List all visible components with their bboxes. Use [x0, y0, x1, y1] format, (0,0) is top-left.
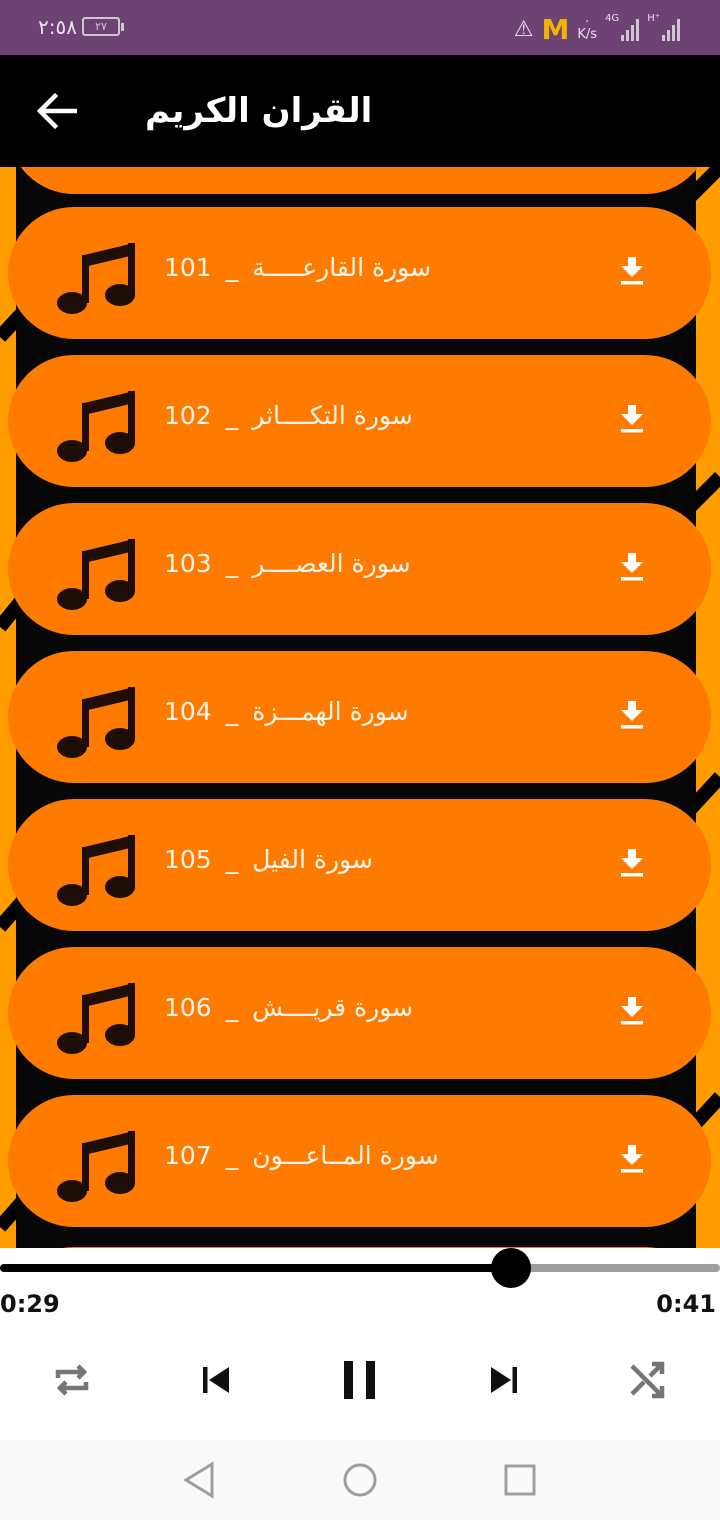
track-number: 102	[164, 401, 212, 430]
signal-icon-2	[662, 17, 680, 41]
signal-icon	[621, 17, 640, 41]
track-name: سورة العصــــر	[252, 549, 411, 578]
track-separator: _	[225, 845, 239, 874]
download-icon[interactable]	[620, 997, 644, 1025]
track-item[interactable]: 103 _ سورة العصــــر	[8, 503, 711, 635]
network-speed-unit: K/s	[577, 27, 598, 42]
track-item[interactable]: 105 _ سورة الفيل	[8, 799, 711, 931]
app-notification-icon: M	[541, 12, 570, 46]
track-name: سورة الهمـــزة	[252, 697, 409, 726]
current-time: 0:29	[0, 1290, 60, 1318]
arrow-left-icon[interactable]	[35, 91, 77, 131]
track-separator: _	[225, 549, 239, 578]
track-item[interactable]: 106 _ سورة قريــــش	[8, 947, 711, 1079]
track-item-partial[interactable]	[8, 167, 711, 194]
track-title: 101 _ سورة القارعـــــة	[164, 253, 431, 293]
download-icon[interactable]	[620, 701, 644, 729]
status-time: ٢:٥٨	[38, 15, 77, 39]
track-name: سورة التكــــاثر	[252, 401, 413, 430]
track-separator: _	[225, 253, 239, 282]
system-nav-bar	[0, 1440, 720, 1520]
download-icon[interactable]	[620, 553, 644, 581]
music-note-icon	[57, 983, 135, 1054]
track-name: سورة قريــــش	[252, 993, 414, 1022]
music-note-icon	[57, 243, 135, 314]
download-icon[interactable]	[620, 849, 644, 877]
music-note-icon	[57, 835, 135, 906]
track-item[interactable]: 102 _ سورة التكــــاثر	[8, 355, 711, 487]
track-separator: _	[225, 1141, 239, 1170]
nav-back-icon[interactable]	[180, 1460, 220, 1500]
track-number: 105	[164, 845, 212, 874]
network-type-2: H⁺	[647, 13, 660, 24]
track-name: سورة المــاعـــون	[252, 1141, 439, 1170]
battery-icon: ٢٧	[82, 17, 124, 36]
status-indicators: ⚠ M · K/s 4G H⁺	[514, 12, 680, 46]
track-separator: _	[225, 697, 239, 726]
track-number: 106	[164, 993, 212, 1022]
seek-bar-progress[interactable]	[0, 1264, 512, 1272]
track-title: 103 _ سورة العصــــر	[164, 549, 411, 589]
shuffle-icon[interactable]	[626, 1358, 670, 1402]
skip-next-icon[interactable]	[482, 1358, 526, 1402]
track-title: 105 _ سورة الفيل	[164, 845, 373, 885]
warning-icon: ⚠	[513, 16, 534, 42]
track-separator: _	[225, 993, 239, 1022]
battery-level: ٢٧	[95, 20, 107, 33]
track-list-area[interactable]: 101 _ سورة القارعـــــة 102 _ سورة التكــــاث…	[0, 167, 720, 1248]
track-item[interactable]: 101 _ سورة القارعـــــة	[8, 207, 711, 339]
app-bar: القران الكريم	[0, 55, 720, 167]
nav-home-icon[interactable]	[340, 1460, 380, 1500]
seek-bar-thumb[interactable]	[491, 1248, 532, 1288]
music-note-icon	[57, 539, 135, 610]
track-separator: _	[225, 401, 239, 430]
track-title: 104 _ سورة الهمـــزة	[164, 697, 409, 737]
track-title: 102 _ سورة التكــــاثر	[164, 401, 413, 441]
track-item[interactable]: 104 _ سورة الهمـــزة	[8, 651, 711, 783]
music-note-icon	[57, 1131, 135, 1202]
network-speed: · K/s	[577, 16, 598, 42]
total-time: 0:41	[656, 1290, 716, 1318]
pause-icon[interactable]	[338, 1358, 382, 1402]
network-type-1: 4G	[605, 13, 620, 24]
track-number: 107	[164, 1141, 212, 1170]
track-number: 103	[164, 549, 212, 578]
music-note-icon	[57, 687, 135, 758]
track-name: سورة الفيل	[252, 845, 373, 874]
repeat-icon[interactable]	[50, 1358, 94, 1402]
page-title: القران الكريم	[145, 91, 373, 131]
track-number: 104	[164, 697, 212, 726]
download-icon[interactable]	[620, 257, 644, 285]
status-bar: ٢:٥٨ ٢٧ ⚠ M · K/s 4G H⁺	[0, 0, 720, 55]
music-note-icon	[57, 391, 135, 462]
download-icon[interactable]	[620, 1145, 644, 1173]
media-player: 0:29 0:41	[0, 1248, 720, 1440]
nav-recents-icon[interactable]	[500, 1460, 540, 1500]
track-number: 101	[164, 253, 212, 282]
track-title: 106 _ سورة قريــــش	[164, 993, 413, 1033]
track-title: 107 _ سورة المــاعـــون	[164, 1141, 439, 1181]
download-icon[interactable]	[620, 405, 644, 433]
track-item[interactable]: 107 _ سورة المــاعـــون	[8, 1095, 711, 1227]
skip-previous-icon[interactable]	[194, 1358, 238, 1402]
track-name: سورة القارعـــــة	[252, 253, 432, 282]
